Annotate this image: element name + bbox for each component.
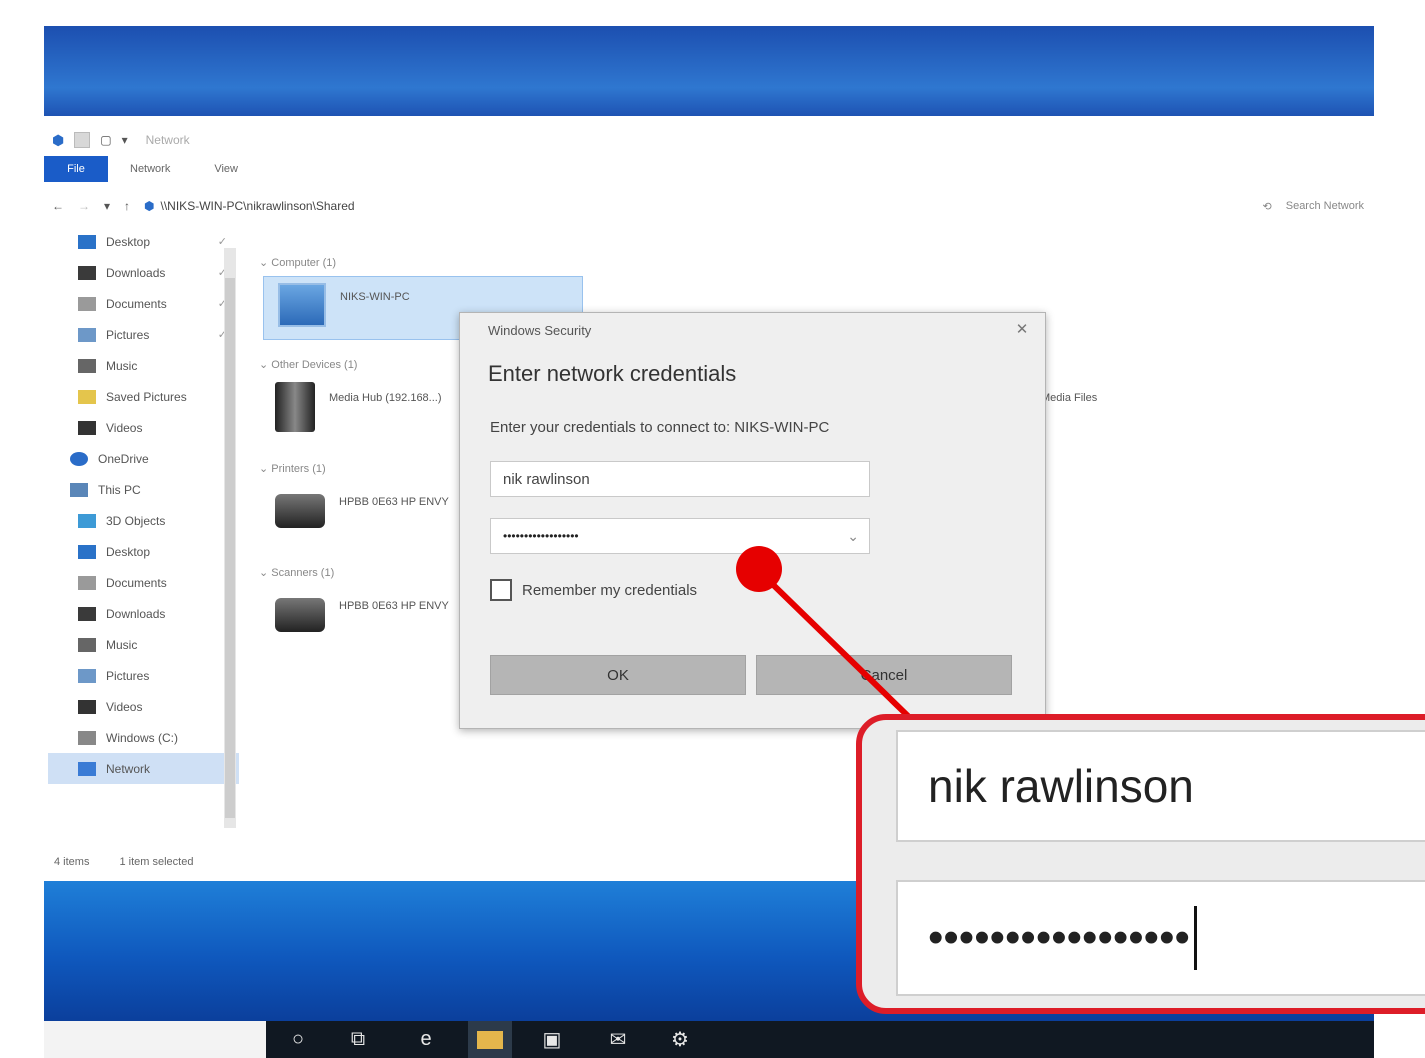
zoomed-username-field: nik rawlinson (896, 730, 1425, 842)
text-caret (1193, 906, 1197, 970)
zoomed-password-field: ••••••••••••••••• (896, 880, 1425, 996)
zoomed-fields-callout: nik rawlinson ••••••••••••••••• (856, 714, 1425, 1014)
zoomed-username-value: nik rawlinson (928, 760, 1194, 812)
zoomed-password-value: ••••••••••••••••• (928, 913, 1190, 962)
callout-dot (736, 546, 782, 592)
